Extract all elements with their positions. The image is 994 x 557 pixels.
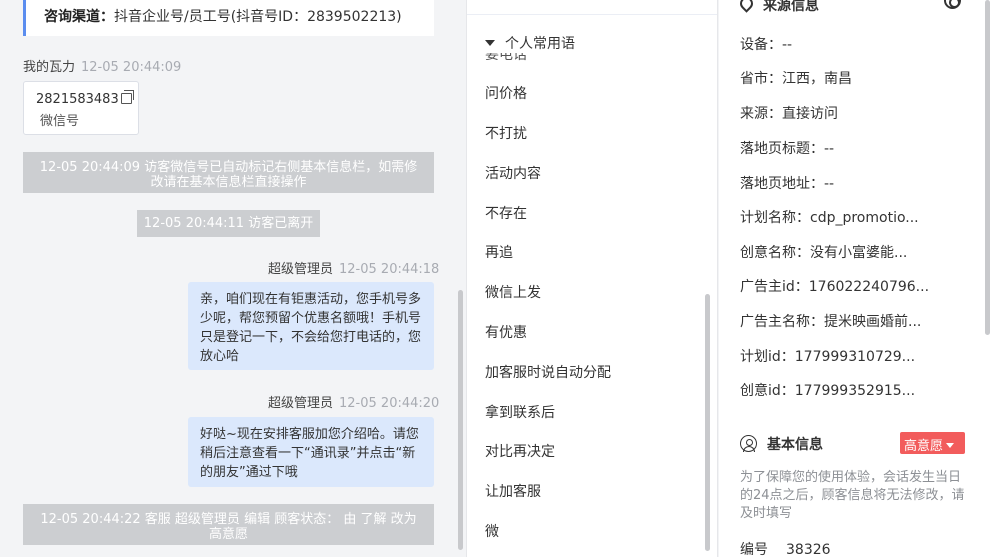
- phrase-item[interactable]: 再追: [485, 242, 513, 262]
- phrase-group-header[interactable]: 个人常用语: [485, 33, 581, 53]
- location-pin-icon: [737, 0, 756, 13]
- source-row-plan-id: 计划id：177999310729...: [740, 349, 916, 365]
- wechat-number: 2821583483: [36, 92, 119, 107]
- source-info-title: 来源信息: [763, 0, 819, 14]
- wechat-card[interactable]: 2821583483 微信号: [23, 81, 139, 135]
- source-row-city: 省市：江西，南昌: [740, 71, 852, 87]
- source-row-landing-title: 落地页标题：--: [740, 141, 835, 157]
- message-time: 12-05 20:44:18: [339, 262, 440, 277]
- source-row-origin: 来源：直接访问: [740, 106, 838, 122]
- phrases-scrollbar[interactable]: [705, 294, 710, 551]
- consult-channel-label: 咨询渠道：: [44, 9, 114, 25]
- source-row-landing-url: 落地页地址：--: [740, 176, 835, 192]
- source-row-advertiser-id: 广告主id：176022240796...: [740, 279, 930, 295]
- gear-icon[interactable]: [944, 0, 961, 9]
- source-row-plan-name: 计划名称：cdp_promotio...: [740, 210, 919, 226]
- system-message: 12-05 20:44:09 访客微信号已自动标记右侧基本信息栏，如需修改请在基…: [23, 152, 434, 193]
- consult-channel-value: 抖音企业号/员工号(抖音号ID：2839502213): [114, 9, 402, 25]
- quick-phrases-panel: 个人常用语 要电话 问价格 不打扰 活动内容 不存在 再追 微信上发 有优惠 加…: [466, 0, 718, 557]
- wechat-label: 微信号: [40, 114, 80, 129]
- phrase-item[interactable]: 不存在: [485, 203, 527, 223]
- message-meta: 我的瓦力 12-05 20:44:09: [23, 56, 181, 75]
- basic-info-header: 基本信息: [740, 434, 823, 454]
- phrase-item[interactable]: 不打扰: [485, 123, 527, 143]
- system-message: 12-05 20:44:11 访客已离开: [137, 210, 320, 237]
- phrase-item[interactable]: 拿到联系后: [485, 402, 555, 422]
- phrase-item[interactable]: 加客服时说自动分配: [485, 362, 611, 382]
- phrase-item[interactable]: 活动内容: [485, 163, 541, 183]
- phrase-item[interactable]: 微: [485, 521, 499, 541]
- system-message: 12-05 20:44:22 客服 超级管理员 编辑 顾客状态： 由 了解 改为…: [23, 504, 434, 545]
- customer-id-label: 编号: [740, 542, 768, 557]
- chat-scrollbar[interactable]: [458, 290, 463, 550]
- source-row-advertiser-name: 广告主名称：提米映画婚前...: [740, 314, 922, 330]
- consult-channel-card: 咨询渠道：抖音企业号/员工号(抖音号ID：2839502213): [23, 0, 434, 36]
- phrase-item[interactable]: 对比再决定: [485, 441, 555, 461]
- chat-bubble: 亲，咱们现在有钜惠活动，您手机号多少呢，帮您预留个优惠名额哦！手机号只是登记一下…: [188, 282, 434, 370]
- source-row-device: 设备：--: [740, 37, 793, 53]
- phrase-item[interactable]: 微信上发: [485, 282, 541, 302]
- source-row-creative-id: 创意id：177999352915...: [740, 383, 916, 399]
- message-meta: 超级管理员 12-05 20:44:18: [268, 258, 439, 277]
- phrase-item[interactable]: 有优惠: [485, 322, 527, 342]
- caret-down-icon: [485, 40, 495, 46]
- info-scrollbar[interactable]: [985, 0, 990, 335]
- message-meta: 超级管理员 12-05 20:44:20: [268, 392, 439, 411]
- source-row-creative-name: 创意名称：没有小富婆能...: [740, 245, 908, 261]
- intent-status-dropdown[interactable]: 高意愿: [900, 432, 965, 454]
- chat-panel: 咨询渠道：抖音企业号/员工号(抖音号ID：2839502213) 我的瓦力 12-…: [0, 0, 466, 557]
- basic-info-title: 基本信息: [767, 437, 823, 453]
- intent-status-label: 高意愿: [904, 439, 944, 454]
- edit-notice: 为了保障您的使用体验，会话发生当日的24点之后，顾客信息将无法修改，请及时填写: [740, 470, 965, 521]
- message-time: 12-05 20:44:20: [339, 396, 440, 411]
- source-info-header: 来源信息: [737, 0, 819, 15]
- user-circle-icon: [740, 435, 757, 452]
- chat-bubble: 好哒~现在安排客服加您介绍哈。请您稍后注意查看一下“通讯录”并点击“新的朋友”通…: [188, 417, 434, 487]
- customer-id-value: 38326: [786, 542, 831, 557]
- phrase-group-title: 个人常用语: [505, 36, 575, 52]
- sender-name: 超级管理员: [268, 262, 334, 277]
- sender-name: 超级管理员: [268, 396, 334, 411]
- copy-icon[interactable]: [120, 90, 134, 104]
- customer-id-row: 编号 38326: [740, 539, 831, 557]
- divider: [467, 14, 717, 15]
- message-time: 12-05 20:44:09: [81, 60, 182, 75]
- chevron-down-icon: [946, 443, 955, 448]
- customer-info-panel: 来源信息 设备：-- 省市：江西，南昌 来源：直接访问 落地页标题：-- 落地页…: [719, 0, 994, 557]
- sender-name: 我的瓦力: [23, 60, 76, 75]
- phrase-item[interactable]: 让加客服: [485, 481, 541, 501]
- phrase-item[interactable]: 问价格: [485, 83, 527, 103]
